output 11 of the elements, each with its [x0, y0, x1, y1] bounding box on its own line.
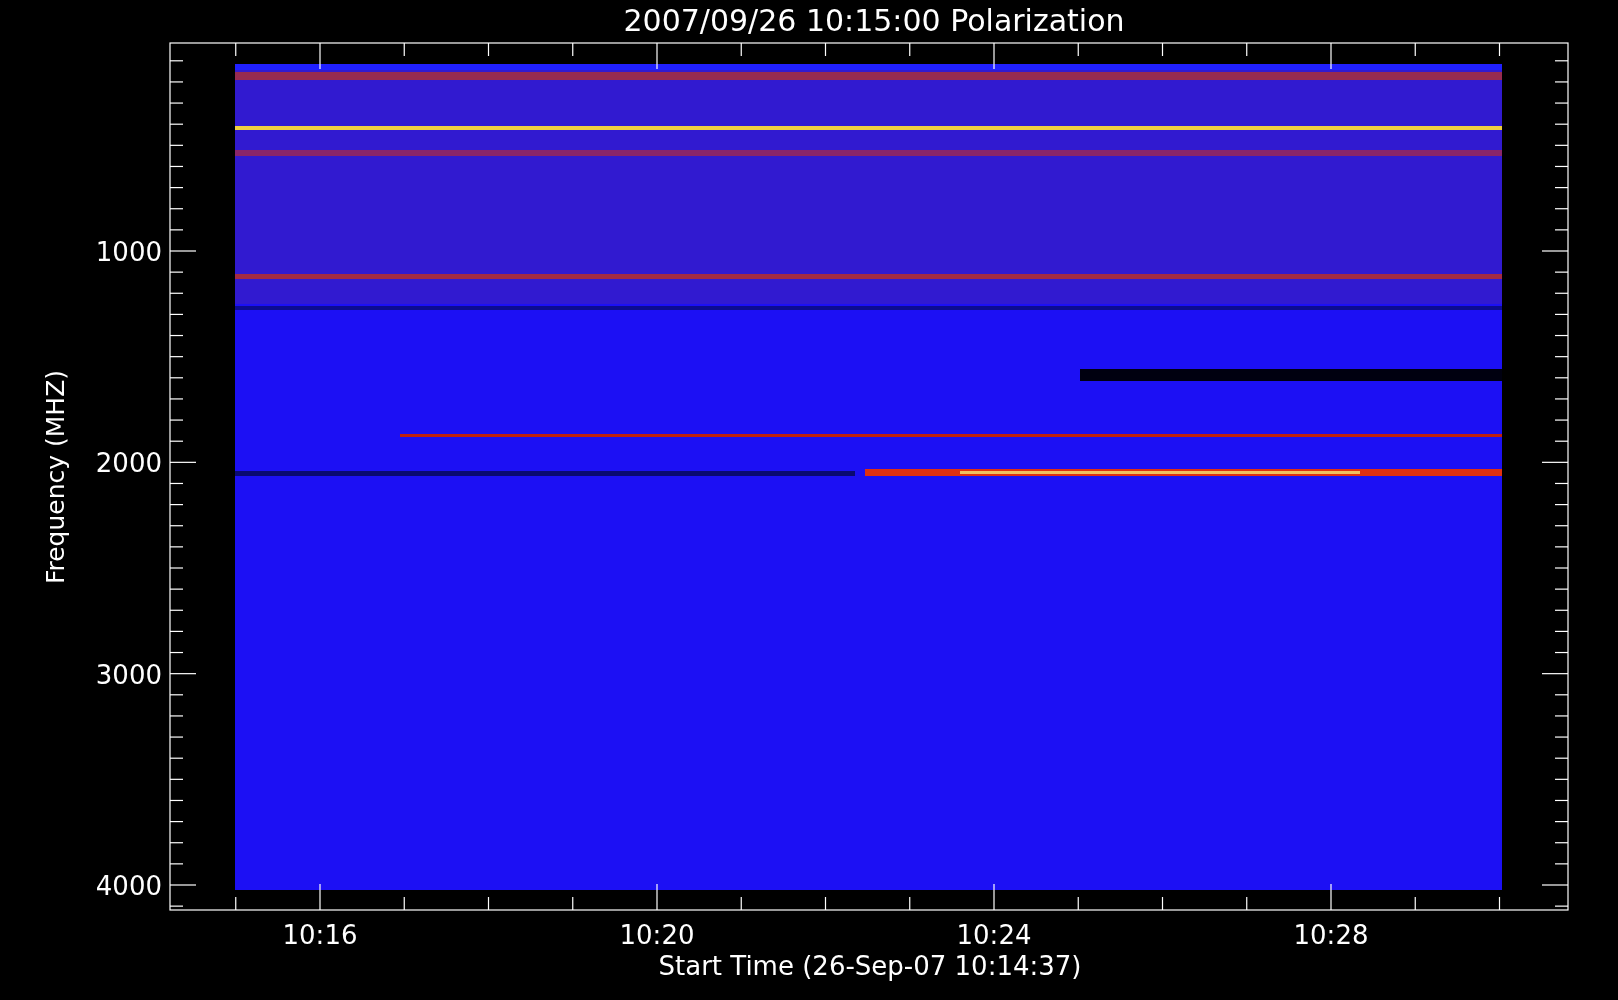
chart-title: 2007/09/26 10:15:00 Polarization — [623, 3, 1125, 38]
tick-label: 4000 — [95, 871, 162, 901]
axis-label: Start Time (26-Sep-07 10:14:37) — [658, 951, 1082, 981]
tick-label: 10:24 — [956, 920, 1032, 950]
tick-label: 10:28 — [1293, 920, 1369, 950]
axis-label: Frequency (MHZ) — [41, 369, 70, 585]
tick-label: 1000 — [95, 237, 162, 267]
tick-label: 10:20 — [619, 920, 695, 950]
tick-label: 10:16 — [282, 920, 358, 950]
tick-label: 3000 — [95, 659, 162, 690]
tick-label: 2000 — [95, 448, 162, 479]
